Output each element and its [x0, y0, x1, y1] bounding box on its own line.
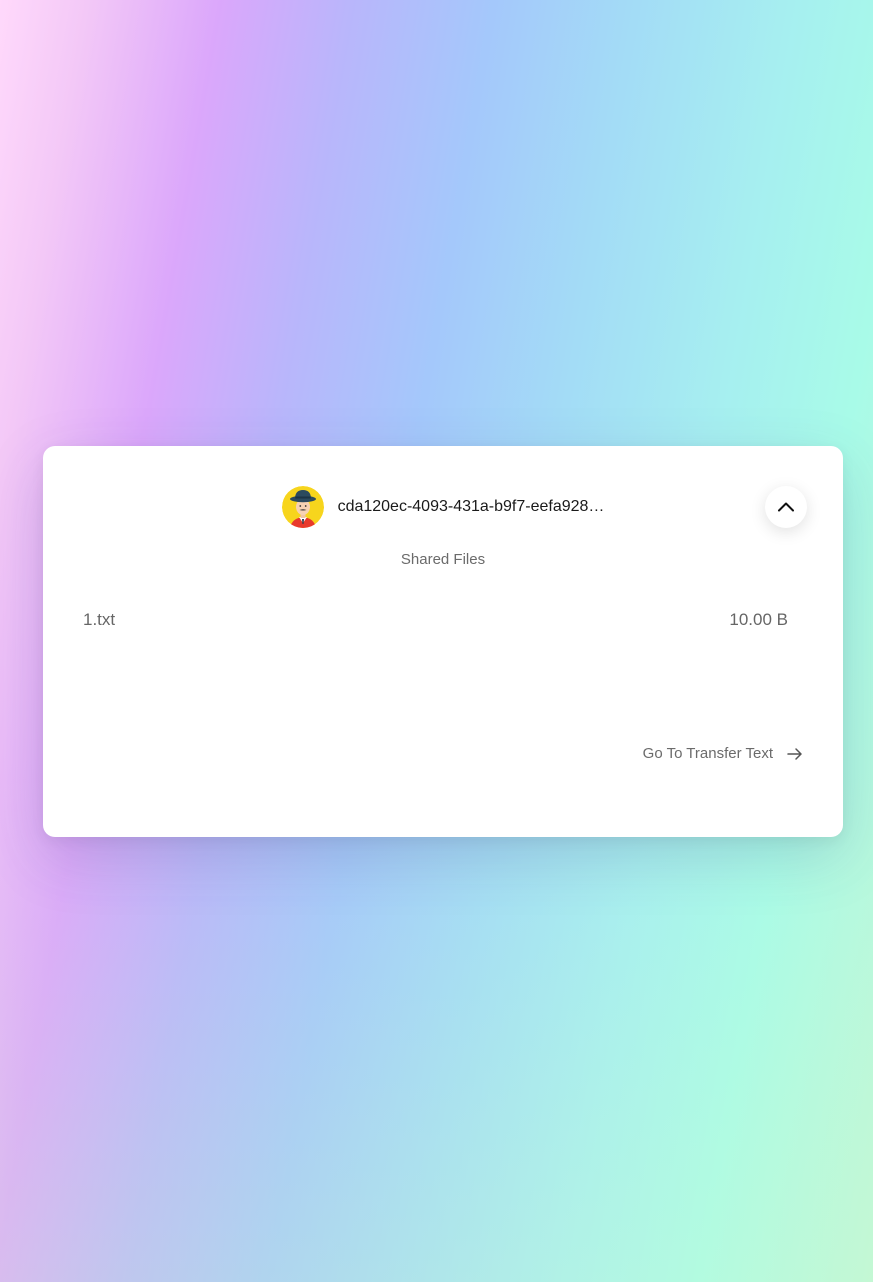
file-size: 10.00 B — [729, 610, 788, 629]
shared-files-card: cda120ec-4093-431a-b9f7-eefa928… Shared … — [43, 446, 843, 837]
chevron-up-icon — [778, 502, 794, 512]
go-to-transfer-text-label: Go To Transfer Text — [642, 745, 773, 762]
person-with-hat-avatar-icon — [281, 486, 324, 528]
peer-id-label: cda120ec-4093-431a-b9f7-eefa928… — [337, 498, 605, 515]
go-to-transfer-text-link[interactable]: Go To Transfer Text — [643, 745, 803, 762]
section-title: Shared Files — [400, 551, 486, 568]
peer-header: cda120ec-4093-431a-b9f7-eefa928… — [43, 486, 843, 528]
collapse-button[interactable] — [765, 486, 807, 528]
arrow-right-icon — [787, 747, 803, 761]
file-name: 1.txt — [83, 610, 116, 629]
avatar — [281, 486, 324, 528]
file-row[interactable]: 1.txt 10.00 B — [83, 610, 788, 630]
